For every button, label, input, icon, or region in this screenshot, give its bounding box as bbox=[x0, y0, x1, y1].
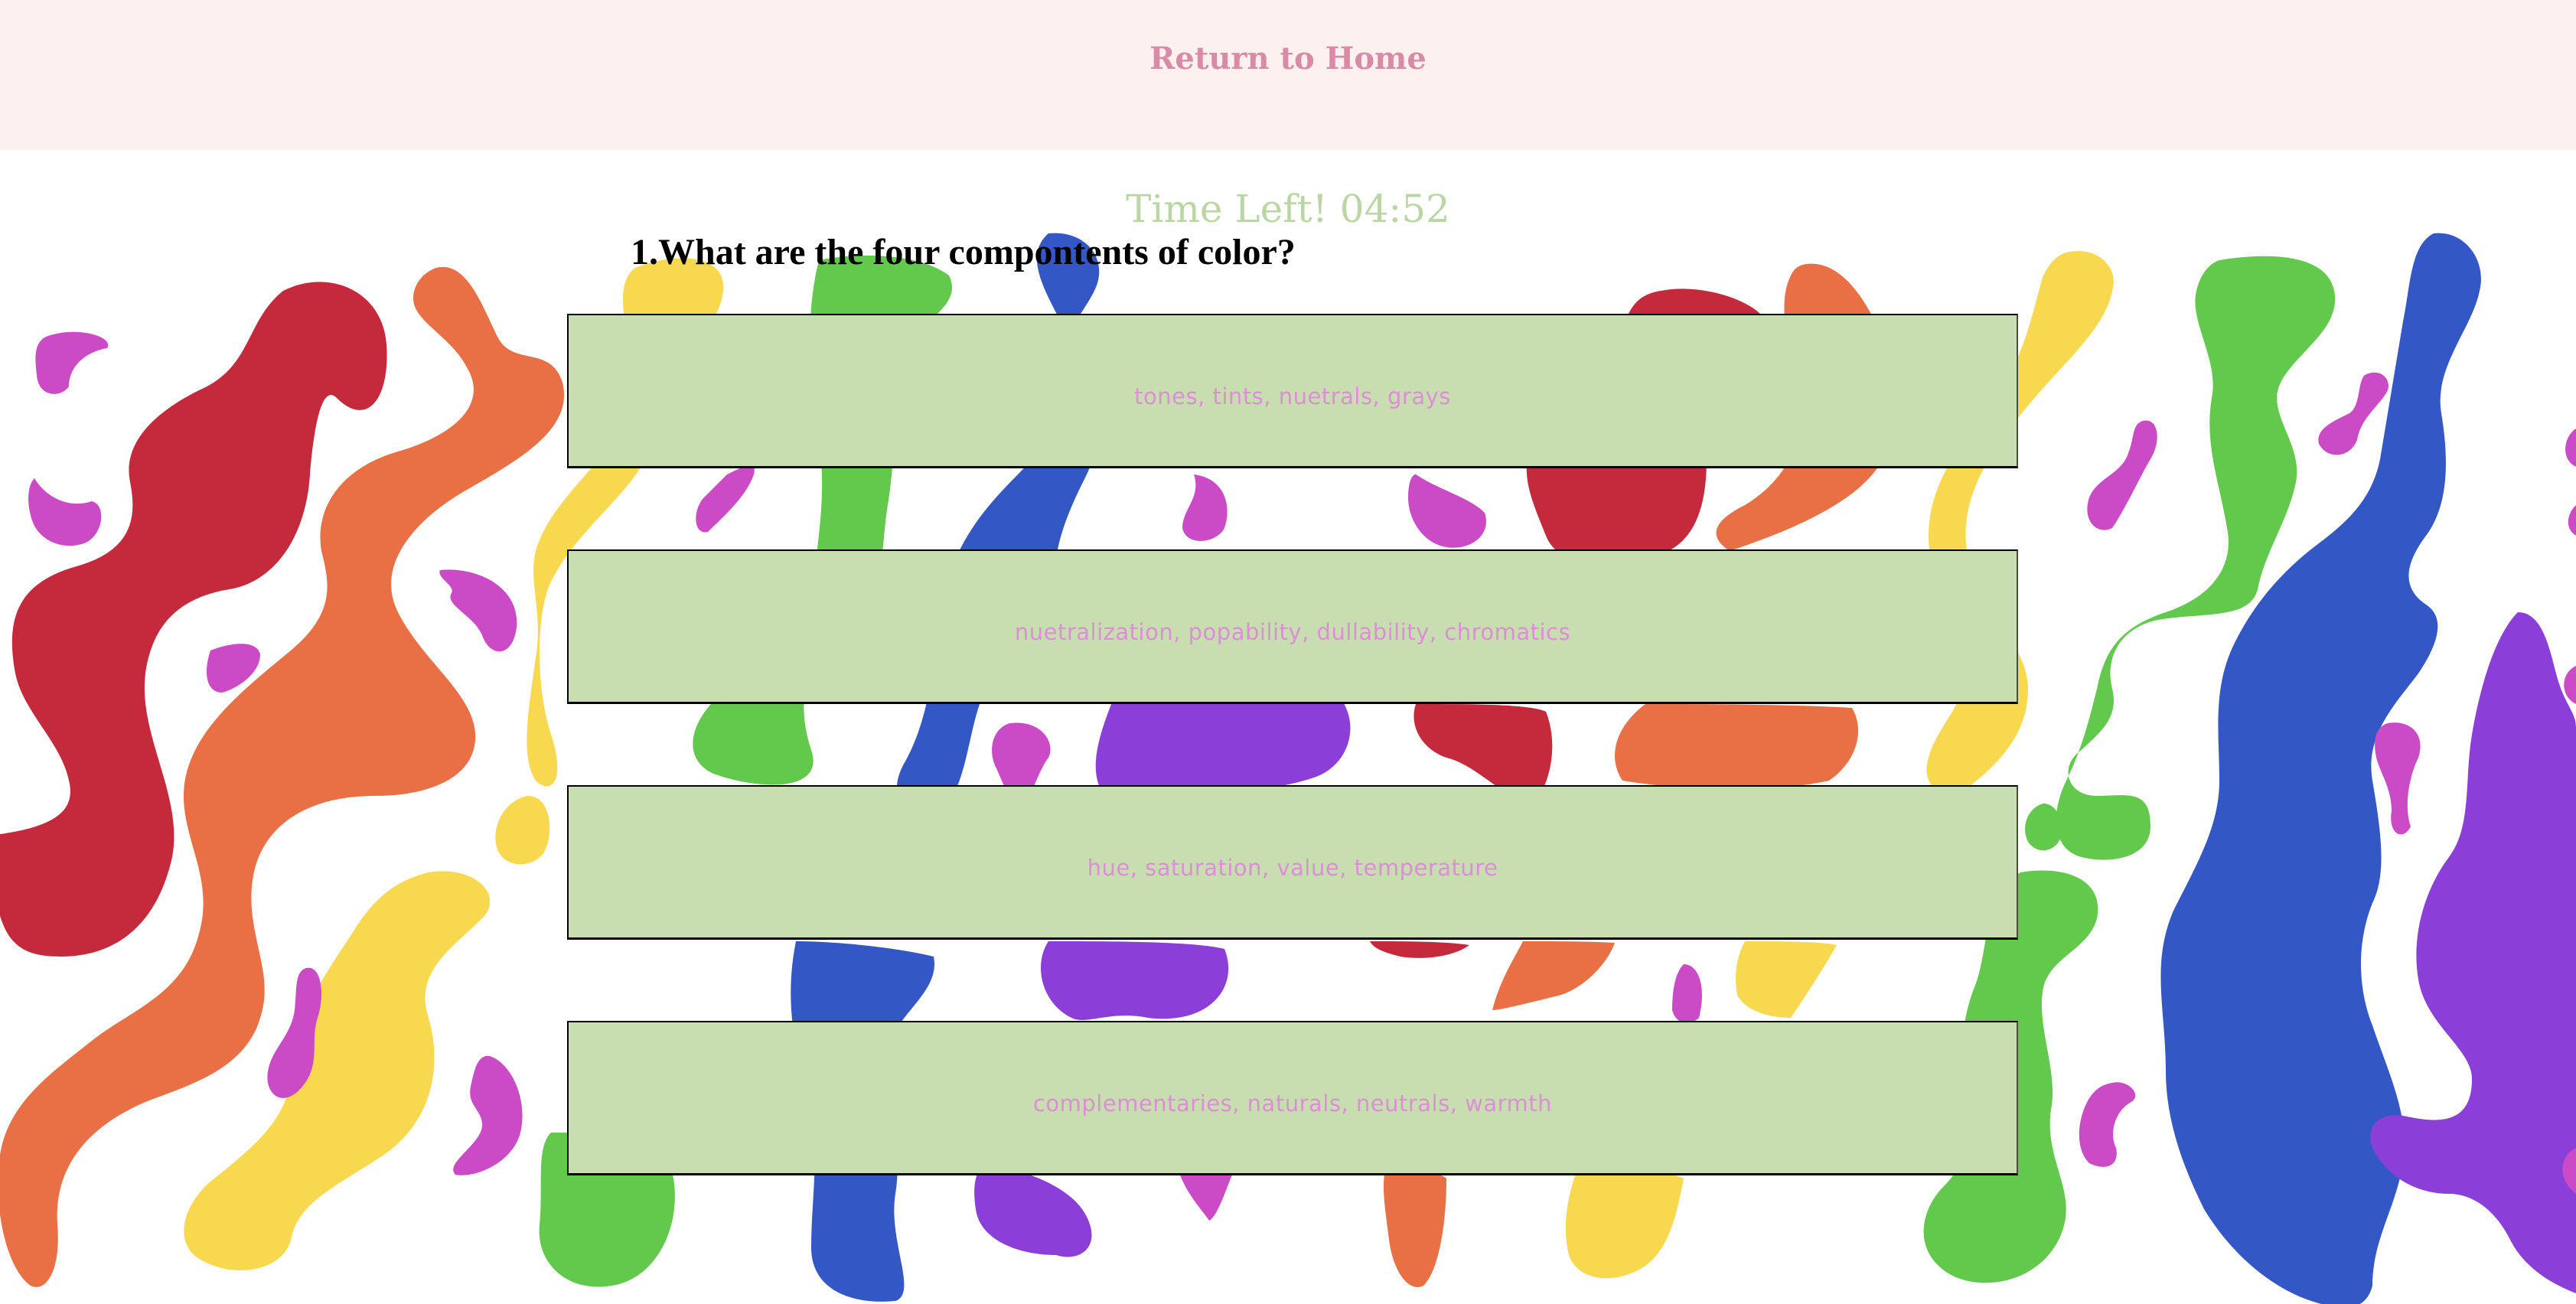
blob-purple-right bbox=[2370, 612, 2576, 1293]
blob-green-right-small bbox=[2025, 804, 2062, 851]
blob-magenta-c6 bbox=[1672, 964, 1702, 1023]
blob-orange-center-lower bbox=[1615, 704, 1859, 790]
blob-magenta-r8 bbox=[2564, 666, 2576, 704]
blob-magenta-c2 bbox=[1182, 474, 1228, 541]
blob-magenta-r2 bbox=[2087, 420, 2157, 530]
blob-magenta-c1 bbox=[696, 465, 755, 533]
answer-option-label: nuetralization, popability, dullability,… bbox=[1014, 618, 1571, 645]
blob-magenta-r4 bbox=[2079, 1082, 2136, 1167]
answer-option-1[interactable]: tones, tints, nuetrals, grays bbox=[567, 314, 2018, 468]
blob-magenta-l3 bbox=[439, 569, 517, 652]
blob-magenta-r6 bbox=[2568, 505, 2576, 536]
answer-option-3[interactable]: hue, saturation, value, temperature bbox=[567, 785, 2018, 940]
top-navigation-bar: Return to Home bbox=[0, 0, 2576, 150]
answer-option-label: hue, saturation, value, temperature bbox=[1087, 854, 1498, 881]
blob-magenta-l1 bbox=[35, 331, 109, 394]
blob-magenta-r5 bbox=[2565, 429, 2576, 467]
blob-red-center-bottom bbox=[1370, 941, 1469, 958]
blob-magenta-l6 bbox=[453, 1055, 523, 1175]
blob-purple-center-bottom bbox=[1041, 941, 1229, 1020]
blob-magenta-c5 bbox=[1179, 1171, 1232, 1221]
blob-magenta-l2 bbox=[28, 478, 102, 546]
quiz-page: Return to Home Time Left! 04:52 1.What a… bbox=[0, 0, 2576, 1304]
blob-orange-bottom bbox=[1383, 1171, 1446, 1287]
blob-magenta-r3 bbox=[2375, 722, 2421, 835]
blob-magenta-c3 bbox=[1408, 474, 1486, 548]
blob-yellow-small-left bbox=[495, 796, 550, 865]
answer-option-2[interactable]: nuetralization, popability, dullability,… bbox=[567, 549, 2018, 704]
answer-option-4[interactable]: complementaries, naturals, neutrals, war… bbox=[567, 1021, 2018, 1175]
countdown-timer: Time Left! 04:52 bbox=[1126, 187, 1450, 231]
blob-magenta-r1 bbox=[2318, 372, 2389, 455]
blob-yellow-bottom-center bbox=[1565, 1171, 1684, 1279]
blob-purple-center bbox=[1095, 689, 1351, 794]
answer-option-label: tones, tints, nuetrals, grays bbox=[1134, 383, 1451, 409]
blob-yellow-bottom-center2 bbox=[1736, 941, 1837, 1018]
blob-purple-center-bottom2 bbox=[974, 1163, 1092, 1257]
answer-option-label: complementaries, naturals, neutrals, war… bbox=[1032, 1090, 1553, 1117]
return-home-link[interactable]: Return to Home bbox=[1149, 41, 1427, 77]
question-text: 1.What are the four compontents of color… bbox=[631, 232, 1296, 272]
blob-orange-center-bottom bbox=[1492, 941, 1615, 1010]
